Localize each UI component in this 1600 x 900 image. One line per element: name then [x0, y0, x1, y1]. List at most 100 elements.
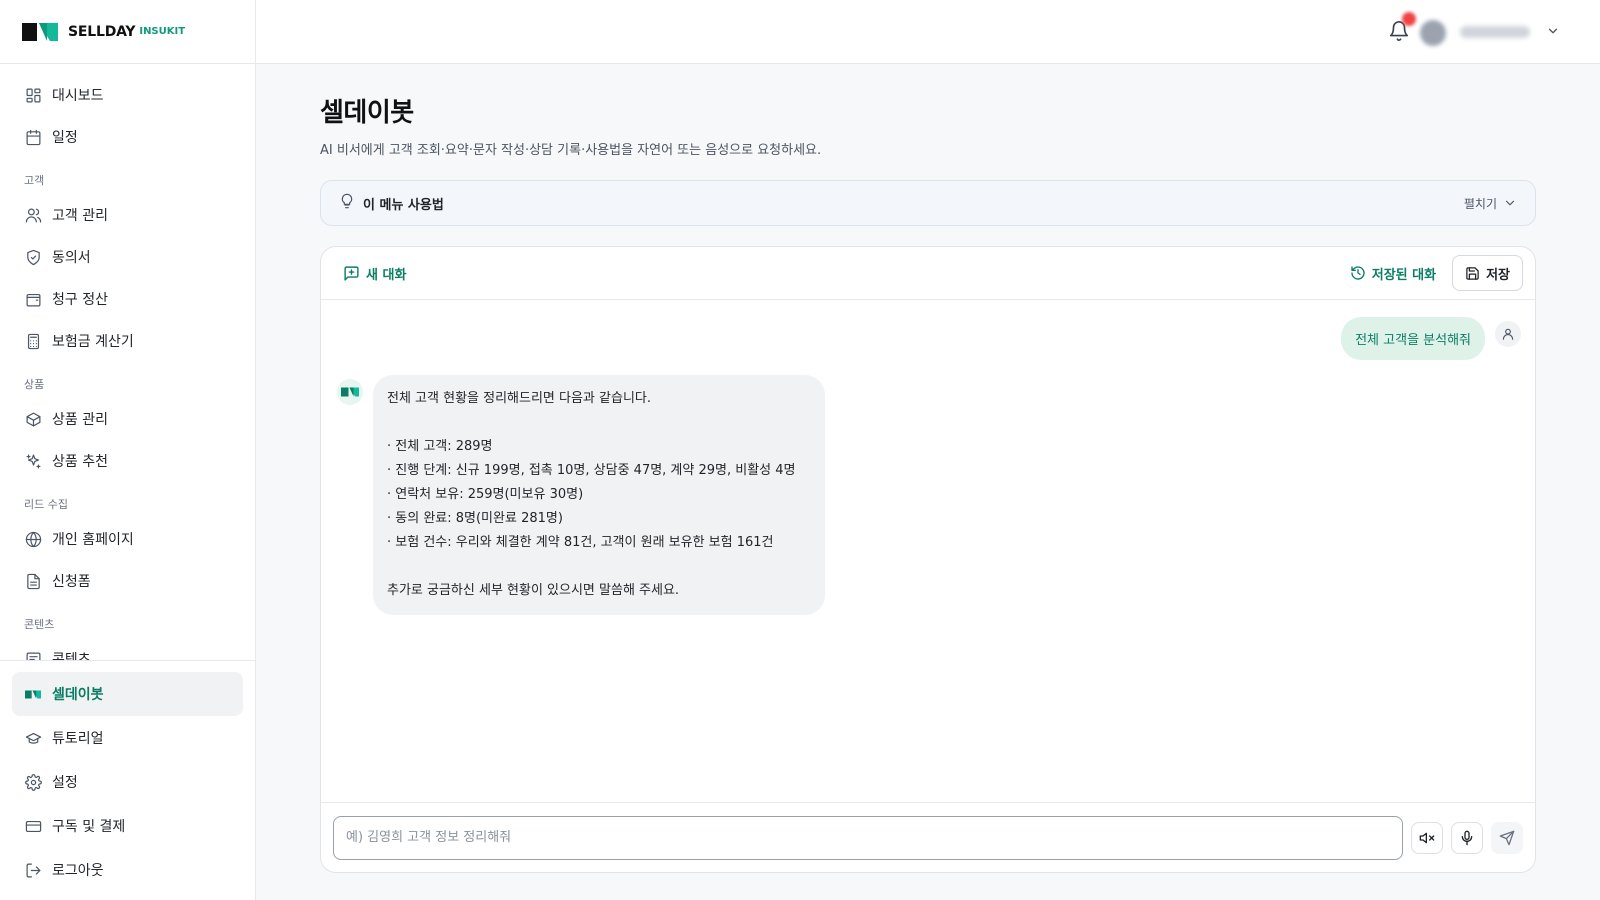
sidebar-item-calculator[interactable]: 보험금 계산기 — [0, 320, 255, 362]
bot-message-line: · 연락처 보유: 259명(미보유 30명) — [387, 487, 584, 502]
sidebar-item-consent[interactable]: 동의서 — [0, 236, 255, 278]
bot-message-line: · 전체 고객: 289명 — [387, 439, 493, 454]
user-avatar — [1495, 321, 1521, 347]
notification-dot — [1402, 12, 1416, 26]
sidebar-item-label: 고객 관리 — [52, 208, 108, 224]
sidebar-nav-bottom: 셀데이봇튜토리얼설정구독 및 결제로그아웃 — [0, 660, 255, 892]
expand-button[interactable]: 펼치기 — [1464, 195, 1517, 212]
save-label: 저장 — [1486, 267, 1510, 283]
save-icon — [1466, 266, 1479, 280]
howto-panel[interactable]: 이 메뉴 사용법 펼치기 — [320, 180, 1536, 226]
history-icon — [1351, 266, 1365, 280]
bot-message-line: · 진행 단계: 신규 199명, 접촉 10명, 상담중 47명, 계약 29… — [387, 463, 796, 478]
save-button[interactable]: 저장 — [1452, 255, 1523, 291]
lightbulb-icon — [339, 193, 355, 213]
sidebar-item-label: 셀데이봇 — [52, 687, 104, 703]
chat-input[interactable] — [333, 815, 1403, 860]
expand-label: 펼치기 — [1463, 196, 1497, 211]
user-name-blurred[interactable] — [1460, 26, 1530, 38]
saved-chats-label: 저장된 대화 — [1371, 267, 1437, 283]
brand-name: SELLDAY — [68, 23, 136, 40]
bot-message: 전체 고객 현황을 정리해드리면 다음과 같습니다. · 전체 고객: 289명… — [373, 375, 825, 615]
card-icon — [24, 817, 42, 835]
graduation-icon — [24, 729, 42, 747]
bot-message-intro: 전체 고객 현황을 정리해드리면 다음과 같습니다. — [387, 391, 651, 406]
sparkles-icon — [24, 452, 42, 470]
send-button[interactable] — [1491, 821, 1523, 854]
sidebar-item-dashboard[interactable]: 대시보드 — [0, 74, 255, 116]
bell-icon[interactable] — [1388, 12, 1416, 44]
sidebar-item-billing[interactable]: 구독 및 결제 — [12, 804, 243, 848]
calendar-icon — [24, 128, 42, 146]
message-plus-icon — [344, 265, 359, 281]
send-icon — [1499, 830, 1515, 845]
howto-title: 이 메뉴 사용법 — [363, 197, 444, 213]
sidebar-item-claims[interactable]: 청구 정산 — [0, 278, 255, 320]
sidebar-item-label: 설정 — [52, 775, 78, 791]
sidebar-nav: 대시보드일정고객고객 관리동의서청구 정산보험금 계산기상품상품 관리상품 추천… — [0, 64, 255, 660]
sidebar-item-label: 동의서 — [52, 250, 91, 266]
bot-message-outro: 추가로 궁금하신 세부 현황이 있으시면 말씀해 주세요. — [387, 583, 680, 598]
logout-icon — [24, 861, 42, 879]
sidebar-item-content[interactable]: 콘텐츠 — [0, 638, 255, 660]
wallet-icon — [24, 290, 42, 308]
sidebar-item-logout[interactable]: 로그아웃 — [12, 848, 243, 892]
bot-logo-icon — [341, 387, 359, 397]
user-icon — [1502, 328, 1514, 340]
sidebar-item-products[interactable]: 상품 관리 — [0, 398, 255, 440]
sidebar-item-label: 보험금 계산기 — [52, 334, 134, 350]
logo-mark-icon — [22, 22, 58, 41]
user-message-row: 전체 고객을 분석해줘 — [1341, 317, 1521, 360]
avatar[interactable] — [1420, 20, 1446, 46]
sidebar-item-customers[interactable]: 고객 관리 — [0, 194, 255, 236]
sidebar-item-label: 신청폼 — [52, 574, 91, 590]
sidebar-item-schedule[interactable]: 일정 — [0, 116, 255, 158]
shield-icon — [24, 248, 42, 266]
user-message: 전체 고객을 분석해줘 — [1341, 317, 1485, 360]
dashboard-icon — [24, 86, 42, 104]
sidebar-item-label: 상품 추천 — [52, 454, 108, 470]
sidebar-item-recommend[interactable]: 상품 추천 — [0, 440, 255, 482]
new-chat-button[interactable]: 새 대화 — [343, 264, 406, 283]
sidebar-item-label: 구독 및 결제 — [52, 819, 126, 835]
sidebar-item-tutorial[interactable]: 튜토리얼 — [12, 716, 243, 760]
speaker-mute-icon — [1419, 832, 1435, 843]
microphone-icon — [1461, 830, 1473, 845]
new-chat-label: 새 대화 — [366, 267, 407, 283]
chat-header: 새 대화 저장된 대화 저장 — [321, 247, 1535, 300]
sidebar-item-bot[interactable]: 셀데이봇 — [12, 672, 243, 716]
sidebar-item-label: 청구 정산 — [52, 292, 108, 308]
sidebar-section-label: 고객 — [24, 174, 45, 187]
bot-avatar — [337, 379, 363, 405]
sidebar-item-label: 콘텐츠 — [52, 652, 91, 660]
calculator-icon — [24, 332, 42, 350]
sidebar-item-label: 튜토리얼 — [52, 731, 104, 747]
sidebar-item-label: 대시보드 — [52, 88, 104, 104]
main-content: 셀데이봇 AI 비서에게 고객 조회·요약·문자 작성·상담 기록·사용법을 자… — [320, 64, 1536, 873]
mute-button[interactable] — [1411, 821, 1443, 854]
sidebar-section-label: 콘텐츠 — [24, 618, 55, 631]
chevron-down-icon[interactable] — [1546, 24, 1560, 42]
page-description: AI 비서에게 고객 조회·요약·문자 작성·상담 기록·사용법을 자연어 또는… — [320, 143, 822, 158]
bot-message-lines: · 전체 고객: 289명 · 진행 단계: 신규 199명, 접촉 10명, 상… — [387, 435, 811, 555]
sidebar-item-label: 개인 홈페이지 — [52, 532, 134, 548]
sidebar-item-label: 로그아웃 — [52, 863, 104, 879]
content-icon — [24, 650, 42, 660]
sidebar-item-form[interactable]: 신청폼 — [0, 560, 255, 602]
users-icon — [24, 206, 42, 224]
sidebar-item-settings[interactable]: 설정 — [12, 760, 243, 804]
top-bar — [256, 0, 1600, 64]
sidebar-item-homepage[interactable]: 개인 홈페이지 — [0, 518, 255, 560]
bot-message-line: · 보험 건수: 우리와 체결한 계약 81건, 고객이 원래 보유한 보험 1… — [387, 535, 774, 550]
saved-chats-button[interactable]: 저장된 대화 — [1350, 264, 1436, 283]
composer — [321, 802, 1535, 872]
bot-message-line: · 동의 완료: 8명(미완료 281명) — [387, 511, 563, 526]
sidebar-section-label: 리드 수집 — [24, 498, 68, 511]
brand-logo[interactable]: SELLDAY INSUKIT — [0, 0, 255, 64]
sidebar-item-label: 일정 — [52, 130, 78, 146]
mic-button[interactable] — [1451, 821, 1483, 854]
form-icon — [24, 572, 42, 590]
chat-panel: 새 대화 저장된 대화 저장 전체 고객을 분석해줘 전체 고객 현황을 정리해… — [320, 246, 1536, 873]
bot-message-row: 전체 고객 현황을 정리해드리면 다음과 같습니다. · 전체 고객: 289명… — [337, 375, 825, 615]
sidebar-section-label: 상품 — [24, 378, 45, 391]
